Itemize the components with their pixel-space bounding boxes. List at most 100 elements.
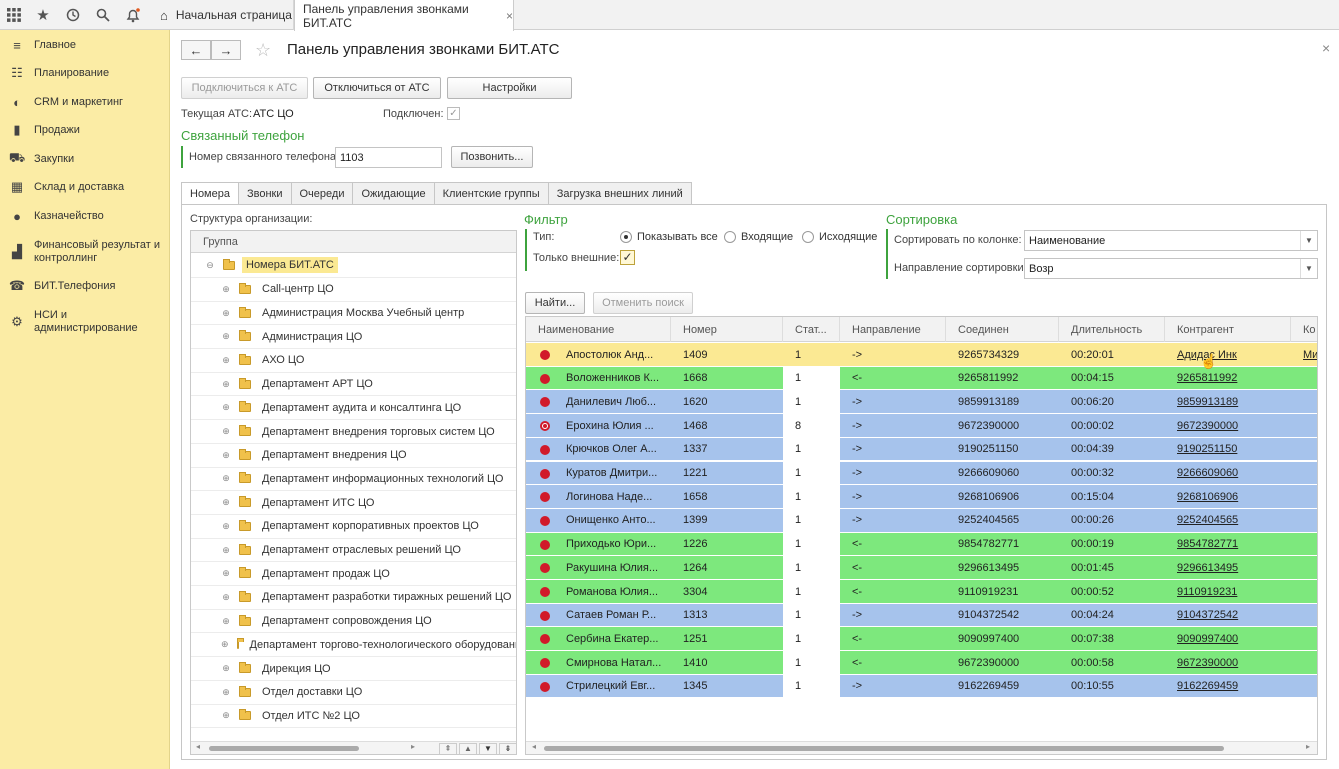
star-icon[interactable]: ★ <box>33 5 53 25</box>
tree-scrollbar[interactable]: ◂ ▸ ⇞ ▲ ▼ ⇟ <box>191 741 516 754</box>
tree-item[interactable]: ⊕ Департамент отраслевых решений ЦО <box>191 539 516 563</box>
cell-contractor[interactable]: 9265811992 <box>1165 367 1291 390</box>
collapse-icon[interactable]: ⊖ <box>205 260 215 271</box>
tree-item[interactable]: ⊕ Департамент торгово-технологического об… <box>191 634 516 658</box>
call-button[interactable]: Позвонить... <box>451 146 533 168</box>
table-scroll-thumb[interactable] <box>544 746 1224 751</box>
cell-extra[interactable] <box>1291 367 1317 390</box>
cell-contractor[interactable]: 9104372542 <box>1165 604 1291 627</box>
tree-item[interactable]: ⊕ Департамент информационных технологий Ц… <box>191 468 516 492</box>
table-row[interactable]: Логинова Наде... 1658 1 -> 9268106906 00:15:0… <box>526 485 1317 509</box>
history-icon[interactable] <box>63 5 83 25</box>
cell-extra[interactable] <box>1291 533 1317 556</box>
cell-extra[interactable] <box>1291 604 1317 627</box>
scroll-down-icon[interactable]: ▼ <box>479 743 497 754</box>
cell-extra[interactable] <box>1291 556 1317 579</box>
table-row[interactable]: Сатаев Роман Р... 1313 1 -> 9104372542 00:04:… <box>526 603 1317 628</box>
table-row[interactable]: Сербина Екатер... 1251 1 <- 9090997400 00:07:… <box>526 627 1317 652</box>
table-row[interactable]: Смирнова Натал... 1410 1 <- 9672390000 00:00:… <box>526 651 1317 675</box>
tab-queues[interactable]: Очереди <box>290 182 354 204</box>
cell-contractor[interactable]: 9672390000 <box>1165 414 1291 437</box>
tab-numbers[interactable]: Номера <box>181 182 239 205</box>
connect-ats-button[interactable]: Подключиться к АТС <box>181 77 308 99</box>
back-button[interactable]: ← <box>181 40 211 60</box>
grid-icon[interactable] <box>4 5 24 25</box>
tree-item[interactable]: ⊕ АХО ЦО <box>191 349 516 373</box>
col-name[interactable]: Наименование <box>526 317 671 342</box>
tab-external-lines[interactable]: Загрузка внешних линий <box>547 182 692 204</box>
tree-item[interactable]: ⊕ Дирекция ЦО <box>191 657 516 681</box>
filter-all-label[interactable]: Показывать все <box>637 231 718 243</box>
tab-close-icon[interactable]: × <box>506 9 513 23</box>
expand-icon[interactable]: ⊕ <box>221 592 231 603</box>
scroll-top-icon[interactable]: ⇞ <box>439 743 457 754</box>
chevron-down-icon[interactable]: ▼ <box>1300 231 1317 250</box>
expand-icon[interactable]: ⊕ <box>221 402 231 413</box>
tree-item[interactable]: ⊕ Департамент аудита и консалтинга ЦО <box>191 397 516 421</box>
scroll-bottom-icon[interactable]: ⇟ <box>499 743 516 754</box>
table-scrollbar[interactable]: ◂ ▸ <box>526 741 1317 754</box>
table-row[interactable]: Данилевич Люб... 1620 1 -> 9859913189 00:06:2… <box>526 390 1317 415</box>
tree-item[interactable]: ⊕ Отдел доставки ЦО <box>191 681 516 705</box>
disconnect-ats-button[interactable]: Отключиться от АТС <box>313 77 441 99</box>
cell-extra[interactable] <box>1291 509 1317 532</box>
settings-button[interactable]: Настройки <box>447 77 572 99</box>
cell-contractor[interactable]: 9110919231 <box>1165 580 1291 603</box>
expand-icon[interactable]: ⊕ <box>221 639 229 650</box>
col-number[interactable]: Номер <box>671 317 783 342</box>
search-icon[interactable] <box>93 5 113 25</box>
cell-contractor[interactable]: 9252404565 <box>1165 509 1291 532</box>
col-direction[interactable]: Направление <box>840 317 946 342</box>
tree-root[interactable]: ⊖ Номера БИТ.АТС <box>191 254 516 278</box>
sidebar-item-admin[interactable]: ⚙ НСИ и администрирование <box>0 308 170 336</box>
sidebar-item-purchases[interactable]: ⛟ Закупки <box>0 150 170 166</box>
sort-direction-select[interactable]: Возр ▼ <box>1024 258 1318 279</box>
cell-contractor[interactable]: 9854782771 <box>1165 533 1291 556</box>
find-button[interactable]: Найти... <box>525 292 585 314</box>
sidebar-item-finance[interactable]: ▟ Финансовый результат и контроллинг <box>0 238 170 266</box>
chevron-down-icon[interactable]: ▼ <box>1300 259 1317 278</box>
sidebar-item-crm[interactable]: ◐ CRM и маркетинг <box>0 95 170 110</box>
tree-item[interactable]: ⊕ Департамент АРТ ЦО <box>191 373 516 397</box>
expand-icon[interactable]: ⊕ <box>221 355 231 366</box>
favorite-star-icon[interactable]: ☆ <box>255 40 271 61</box>
sidebar-item-telephony[interactable]: ☎ БИТ.Телефония <box>0 278 170 293</box>
filter-outgoing-label[interactable]: Исходящие <box>819 231 877 243</box>
tree-item[interactable]: ⊕ Call-центр ЦО <box>191 278 516 302</box>
cell-extra[interactable] <box>1291 390 1317 413</box>
filter-outgoing-radio[interactable] <box>802 231 814 243</box>
col-extra[interactable]: Ко <box>1291 317 1317 342</box>
table-row[interactable]: Воложенников К... 1668 1 <- 9265811992 00:04:… <box>526 366 1317 391</box>
filter-all-radio[interactable] <box>620 231 632 243</box>
filter-incoming-radio[interactable] <box>724 231 736 243</box>
cell-extra[interactable] <box>1291 414 1317 437</box>
expand-icon[interactable]: ⊕ <box>221 284 231 295</box>
cell-contractor[interactable]: 9266609060 <box>1165 462 1291 485</box>
sidebar-item-treasury[interactable]: ● Казначейство <box>0 209 170 224</box>
tree-item[interactable]: ⊕ Департамент ИТС ЦО <box>191 491 516 515</box>
filter-incoming-label[interactable]: Входящие <box>741 231 793 243</box>
tree-item[interactable]: ⊕ Администрация Москва Учебный центр <box>191 302 516 326</box>
scroll-up-icon[interactable]: ▲ <box>459 743 477 754</box>
tab-calls[interactable]: Звонки <box>237 182 292 204</box>
tab-call-panel[interactable]: Панель управления звонками БИТ.АТС × <box>294 0 514 31</box>
cell-extra[interactable] <box>1291 675 1317 698</box>
tree-item[interactable]: ⊕ Департамент продаж ЦО <box>191 562 516 587</box>
expand-icon[interactable]: ⊕ <box>221 568 231 579</box>
table-row[interactable]: Крючков Олег А... 1337 1 -> 9190251150 00:04:… <box>526 437 1317 462</box>
sort-column-select[interactable]: Наименование ▼ <box>1024 230 1318 251</box>
tree-scroll-thumb[interactable] <box>209 746 359 751</box>
expand-icon[interactable]: ⊕ <box>221 687 231 698</box>
cell-extra[interactable]: Ми <box>1291 343 1317 366</box>
tab-home[interactable]: ⌂ Начальная страница <box>150 0 294 30</box>
expand-icon[interactable]: ⊕ <box>221 450 231 461</box>
expand-icon[interactable]: ⊕ <box>221 545 231 556</box>
tree-item[interactable]: ⊕ Департамент внедрения ЦО <box>191 444 516 468</box>
sidebar-item-main[interactable]: ≡ Главное <box>0 38 170 53</box>
sidebar-item-sales[interactable]: ▮ Продажи <box>0 122 170 137</box>
org-tree-header[interactable]: Группа <box>191 231 516 253</box>
cell-contractor[interactable]: 9090997400 <box>1165 627 1291 650</box>
cancel-search-button[interactable]: Отменить поиск <box>593 292 693 314</box>
external-only-checkbox[interactable]: ✓ <box>620 250 635 265</box>
cell-extra[interactable] <box>1291 580 1317 603</box>
